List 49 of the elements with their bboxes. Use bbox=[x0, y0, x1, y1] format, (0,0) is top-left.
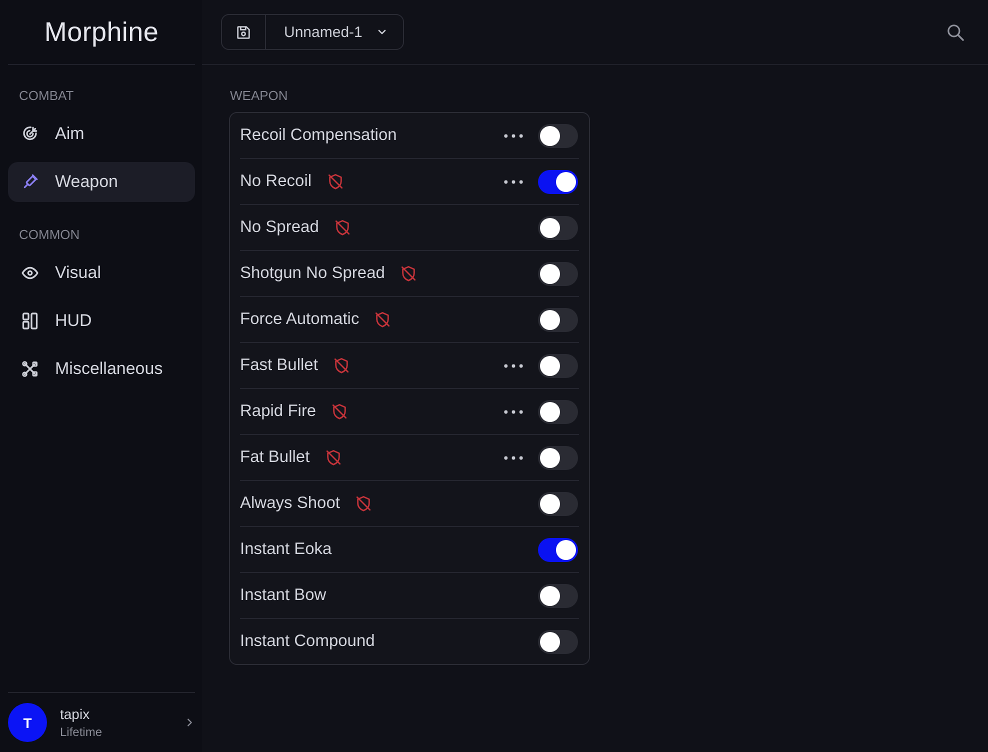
user-name: tapix bbox=[60, 706, 90, 722]
toggle-switch[interactable] bbox=[538, 262, 578, 286]
toggle-switch[interactable] bbox=[538, 400, 578, 424]
more-icon[interactable] bbox=[504, 364, 523, 368]
save-icon bbox=[235, 24, 252, 40]
target-icon bbox=[21, 125, 39, 143]
syringe-icon bbox=[21, 173, 39, 191]
option-label: Fat Bullet bbox=[240, 448, 310, 467]
config-dropdown[interactable]: Unnamed-1 bbox=[266, 15, 404, 49]
search-icon[interactable] bbox=[946, 22, 965, 42]
toggle-switch[interactable] bbox=[538, 538, 578, 562]
eye-icon bbox=[21, 264, 39, 282]
more-icon[interactable] bbox=[504, 410, 523, 414]
toggle-switch[interactable] bbox=[538, 354, 578, 378]
app-logo: Morphine bbox=[44, 16, 159, 48]
option-label: Recoil Compensation bbox=[240, 126, 397, 145]
option-label: Always Shoot bbox=[240, 494, 340, 513]
option-label: Instant Bow bbox=[240, 586, 326, 605]
nav-section-label: COMMON bbox=[18, 227, 80, 242]
toggle-switch[interactable] bbox=[538, 492, 578, 516]
toggle-switch[interactable] bbox=[538, 216, 578, 240]
option-label: No Recoil bbox=[240, 172, 312, 191]
nav-item[interactable]: Miscellaneous bbox=[8, 349, 195, 389]
toggle-switch[interactable] bbox=[538, 630, 578, 654]
option-label: No Spread bbox=[240, 218, 319, 237]
option-label: Fast Bullet bbox=[240, 356, 318, 375]
toggle-switch[interactable] bbox=[538, 584, 578, 608]
avatar: T bbox=[8, 703, 47, 742]
nav-item[interactable]: HUD bbox=[8, 301, 195, 341]
option-label: Force Automatic bbox=[240, 310, 360, 329]
more-icon[interactable] bbox=[504, 134, 523, 138]
more-icon[interactable] bbox=[504, 180, 523, 184]
toggle-switch[interactable] bbox=[538, 170, 578, 194]
option-label: Rapid Fire bbox=[240, 402, 316, 421]
option-label: Instant Compound bbox=[240, 632, 375, 651]
layout-icon bbox=[21, 312, 39, 330]
nav-item[interactable]: Visual bbox=[8, 253, 195, 293]
more-icon[interactable] bbox=[504, 456, 523, 460]
nav-section-label: COMBAT bbox=[18, 88, 74, 103]
toggle-switch[interactable] bbox=[538, 308, 578, 332]
toggle-switch[interactable] bbox=[538, 124, 578, 148]
option-label: Shotgun No Spread bbox=[240, 264, 385, 283]
nav-item[interactable]: Weapon bbox=[8, 162, 195, 202]
nav-item[interactable]: Aim bbox=[8, 114, 195, 154]
option-label: Instant Eoka bbox=[240, 540, 332, 559]
tools-icon bbox=[21, 360, 39, 378]
toggle-switch[interactable] bbox=[538, 446, 578, 470]
user-plan: Lifetime bbox=[60, 725, 102, 739]
section-title: WEAPON bbox=[230, 88, 288, 103]
